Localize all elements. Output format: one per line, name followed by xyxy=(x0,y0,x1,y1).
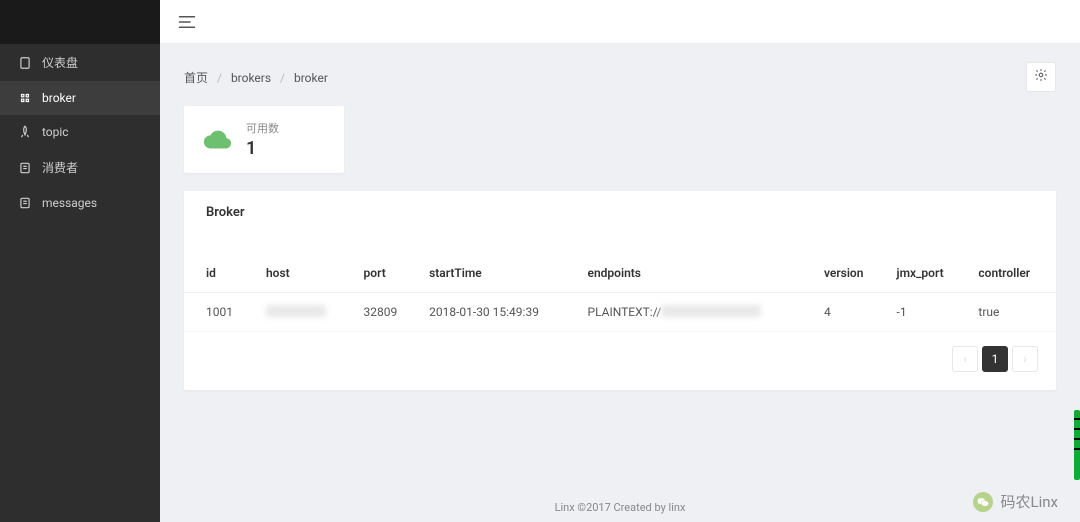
cell-id: 1001 xyxy=(184,293,256,332)
breadcrumb-l1[interactable]: brokers xyxy=(231,71,271,85)
panel-title: Broker xyxy=(184,191,1056,230)
table-row: 1001 32809 2018-01-30 15:49:39 PLAINTEXT… xyxy=(184,293,1056,332)
footer: Linx ©2017 Created by linx xyxy=(160,501,1080,514)
cell-jmxport: -1 xyxy=(887,293,969,332)
breadcrumb: 首页 / brokers / broker xyxy=(184,69,328,86)
sidebar: 仪表盘 broker topic 消费者 messages xyxy=(0,0,160,522)
chevron-right-icon: › xyxy=(1023,352,1027,366)
cell-endpoints: PLAINTEXT:// xyxy=(578,293,814,332)
messages-icon xyxy=(18,196,32,210)
stat-value: 1 xyxy=(246,138,279,159)
redacted-host xyxy=(266,305,326,317)
topbar xyxy=(160,0,1080,44)
th-jmxport: jmx_port xyxy=(887,254,969,293)
logo-box xyxy=(0,0,160,44)
page-prev-button[interactable]: ‹ xyxy=(952,346,978,372)
gear-icon xyxy=(1034,68,1048,86)
sidebar-item-consumer[interactable]: 消费者 xyxy=(0,149,160,186)
cell-starttime: 2018-01-30 15:49:39 xyxy=(419,293,577,332)
watermark-text: 码农Linx xyxy=(1001,491,1058,512)
cloud-icon xyxy=(202,129,232,151)
broker-icon xyxy=(18,91,32,105)
page-number-button[interactable]: 1 xyxy=(982,346,1008,372)
footer-link[interactable]: linx xyxy=(669,501,686,514)
th-id: id xyxy=(184,254,256,293)
broker-table: id host port startTime endpoints version… xyxy=(184,254,1056,332)
cell-host xyxy=(256,293,354,332)
sidebar-item-label: topic xyxy=(42,125,69,139)
consumer-icon xyxy=(18,161,32,175)
sidebar-item-label: broker xyxy=(42,91,76,105)
watermark: 码农Linx xyxy=(973,491,1058,512)
th-starttime: startTime xyxy=(419,254,577,293)
cell-controller: true xyxy=(968,293,1056,332)
chevron-left-icon: ‹ xyxy=(963,352,967,366)
sidebar-item-label: 消费者 xyxy=(42,159,78,176)
pagination: ‹ 1 › xyxy=(184,332,1056,390)
broker-panel: Broker id host port startTime endpoints … xyxy=(184,191,1056,390)
breadcrumb-row: 首页 / brokers / broker xyxy=(184,62,1056,92)
th-controller: controller xyxy=(968,254,1056,293)
table-header-row: id host port startTime endpoints version… xyxy=(184,254,1056,293)
sidebar-item-label: 仪表盘 xyxy=(42,54,78,71)
wechat-icon xyxy=(973,492,993,512)
cell-version: 4 xyxy=(814,293,887,332)
sidebar-item-dashboard[interactable]: 仪表盘 xyxy=(0,44,160,81)
th-port: port xyxy=(354,254,420,293)
th-endpoints: endpoints xyxy=(578,254,814,293)
dashboard-icon xyxy=(18,56,32,70)
main-content: 首页 / brokers / broker 可用数 1 Broker id ho… xyxy=(160,44,1080,522)
page-next-button[interactable]: › xyxy=(1012,346,1038,372)
hamburger-icon[interactable] xyxy=(178,15,196,29)
sidebar-item-messages[interactable]: messages xyxy=(0,186,160,220)
sidebar-item-broker[interactable]: broker xyxy=(0,81,160,115)
settings-button[interactable] xyxy=(1026,62,1056,92)
sidebar-item-topic[interactable]: topic xyxy=(0,115,160,149)
side-decoration xyxy=(1074,410,1080,480)
breadcrumb-l2: broker xyxy=(294,71,328,85)
th-version: version xyxy=(814,254,887,293)
stat-label: 可用数 xyxy=(246,120,279,136)
redacted-endpoint xyxy=(661,305,761,317)
th-host: host xyxy=(256,254,354,293)
breadcrumb-home[interactable]: 首页 xyxy=(184,71,208,85)
rocket-icon xyxy=(18,125,32,139)
sidebar-item-label: messages xyxy=(42,196,97,210)
cell-port: 32809 xyxy=(354,293,420,332)
stat-card-available: 可用数 1 xyxy=(184,106,344,173)
